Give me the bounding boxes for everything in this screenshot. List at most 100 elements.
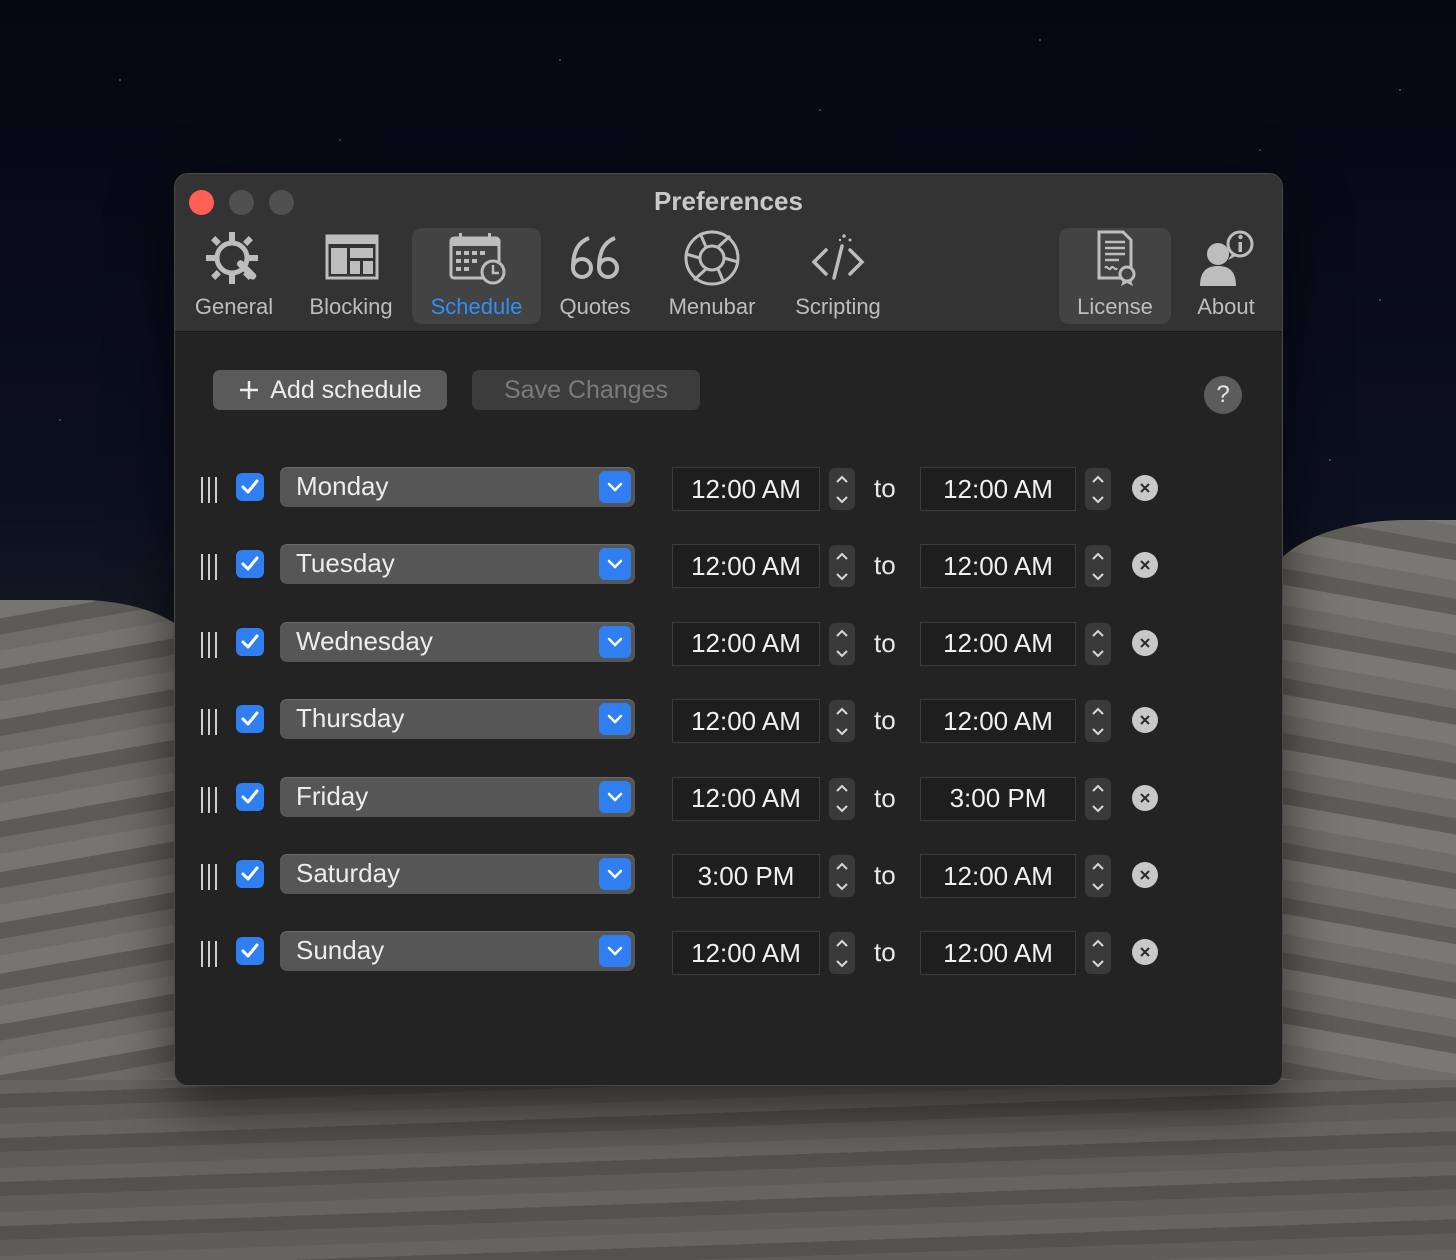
stepper-down-icon[interactable] — [1091, 882, 1105, 891]
stepper-up-icon[interactable] — [1091, 862, 1105, 870]
start-time-field[interactable]: 12:00 AM — [672, 544, 820, 589]
to-label: to — [874, 627, 896, 658]
stepper-up-icon[interactable] — [1091, 629, 1105, 638]
stepper-up-icon[interactable] — [835, 552, 849, 560]
drag-handle-icon[interactable] — [201, 786, 217, 813]
tab-about[interactable]: About — [1187, 228, 1265, 324]
tab-general[interactable]: General — [189, 228, 279, 324]
save-changes-button[interactable]: Save Changes — [472, 370, 700, 410]
drag-handle-icon[interactable] — [201, 477, 217, 503]
add-schedule-button[interactable]: Add schedule — [213, 370, 447, 410]
day-select[interactable]: Friday — [280, 776, 635, 817]
stepper-up-icon[interactable] — [1091, 475, 1105, 483]
remove-row-button[interactable] — [1132, 552, 1158, 579]
help-button[interactable]: ? — [1204, 376, 1242, 414]
end-time-stepper[interactable] — [1085, 700, 1111, 743]
stepper-up-icon[interactable] — [1091, 939, 1105, 947]
chevron-down-icon — [599, 703, 631, 736]
end-time-stepper[interactable] — [1085, 545, 1111, 588]
drag-handle-icon[interactable] — [201, 631, 217, 658]
enabled-checkbox[interactable] — [236, 937, 264, 966]
start-time-stepper[interactable] — [829, 932, 855, 975]
checkmark-icon — [241, 634, 259, 649]
start-time-field[interactable]: 12:00 AM — [672, 467, 820, 511]
enabled-checkbox[interactable] — [236, 705, 264, 734]
enabled-checkbox[interactable] — [236, 860, 264, 888]
day-select[interactable]: Saturday — [280, 854, 635, 894]
day-select[interactable]: Sunday — [280, 931, 635, 972]
enabled-checkbox[interactable] — [236, 627, 264, 656]
end-time-field[interactable]: 12:00 AM — [920, 699, 1076, 744]
start-time-field[interactable]: 3:00 PM — [672, 854, 820, 898]
start-time-field[interactable]: 12:00 AM — [672, 776, 820, 821]
end-time-field[interactable]: 12:00 AM — [920, 621, 1076, 666]
stepper-up-icon[interactable] — [1091, 552, 1105, 560]
stepper-down-icon[interactable] — [1091, 727, 1105, 736]
end-time-field[interactable]: 12:00 AM — [920, 467, 1076, 511]
drag-handle-icon[interactable] — [201, 864, 217, 890]
tab-blocking[interactable]: Blocking — [303, 228, 399, 324]
start-time-field[interactable]: 12:00 AM — [672, 931, 820, 976]
day-select-value: Thursday — [296, 703, 405, 734]
enabled-checkbox[interactable] — [236, 550, 264, 579]
remove-row-button[interactable] — [1132, 784, 1158, 811]
stepper-up-icon[interactable] — [835, 707, 849, 715]
remove-row-button[interactable] — [1132, 939, 1158, 966]
start-time-stepper[interactable] — [829, 545, 855, 588]
drag-handle-icon[interactable] — [201, 941, 217, 968]
start-time-field[interactable]: 12:00 AM — [672, 621, 820, 666]
stepper-down-icon[interactable] — [835, 882, 849, 891]
end-time-stepper[interactable] — [1085, 468, 1111, 510]
end-time-field[interactable]: 3:00 PM — [920, 776, 1076, 821]
start-time-field[interactable]: 12:00 AM — [672, 699, 820, 744]
enabled-checkbox[interactable] — [236, 473, 264, 501]
start-time-stepper[interactable] — [829, 777, 855, 820]
end-time-stepper[interactable] — [1085, 777, 1111, 820]
stepper-down-icon[interactable] — [835, 650, 849, 658]
end-time-field[interactable]: 12:00 AM — [920, 544, 1076, 589]
stepper-down-icon[interactable] — [1091, 495, 1105, 504]
stepper-down-icon[interactable] — [1091, 960, 1105, 968]
remove-row-button[interactable] — [1132, 862, 1158, 888]
to-label: to — [874, 550, 896, 581]
start-time-stepper[interactable] — [829, 700, 855, 743]
stepper-up-icon[interactable] — [835, 939, 849, 947]
tab-quotes[interactable]: Quotes — [553, 228, 637, 324]
stepper-up-icon[interactable] — [1091, 707, 1105, 715]
end-time-field[interactable]: 12:00 AM — [920, 931, 1076, 976]
stepper-down-icon[interactable] — [835, 960, 849, 968]
stepper-up-icon[interactable] — [835, 629, 849, 638]
stepper-down-icon[interactable] — [835, 805, 849, 813]
end-time-stepper[interactable] — [1085, 855, 1111, 897]
stepper-up-icon[interactable] — [1091, 784, 1105, 792]
stepper-down-icon[interactable] — [835, 573, 849, 581]
drag-handle-icon[interactable] — [201, 709, 217, 736]
start-time-stepper[interactable] — [829, 855, 855, 897]
enabled-checkbox[interactable] — [236, 782, 264, 811]
remove-row-button[interactable] — [1132, 707, 1158, 734]
day-select[interactable]: Tuesday — [280, 544, 635, 585]
stepper-up-icon[interactable] — [835, 862, 849, 870]
tab-schedule[interactable]: Schedule — [412, 228, 541, 324]
end-time-field[interactable]: 12:00 AM — [920, 854, 1076, 898]
start-time-stepper[interactable] — [829, 468, 855, 510]
stepper-down-icon[interactable] — [835, 727, 849, 736]
tab-license[interactable]: License — [1059, 228, 1171, 324]
stepper-up-icon[interactable] — [835, 475, 849, 483]
end-time-stepper[interactable] — [1085, 932, 1111, 975]
drag-handle-icon[interactable] — [201, 554, 217, 581]
remove-row-button[interactable] — [1132, 629, 1158, 656]
day-select[interactable]: Monday — [280, 467, 635, 507]
stepper-up-icon[interactable] — [835, 784, 849, 792]
stepper-down-icon[interactable] — [1091, 805, 1105, 813]
remove-row-button[interactable] — [1132, 475, 1158, 501]
tab-scripting[interactable]: Scripting — [785, 228, 891, 324]
start-time-stepper[interactable] — [829, 622, 855, 665]
tab-menubar[interactable]: Menubar — [662, 228, 762, 324]
day-select[interactable]: Thursday — [280, 699, 635, 740]
day-select[interactable]: Wednesday — [280, 621, 635, 662]
end-time-stepper[interactable] — [1085, 622, 1111, 665]
stepper-down-icon[interactable] — [835, 495, 849, 504]
stepper-down-icon[interactable] — [1091, 650, 1105, 658]
stepper-down-icon[interactable] — [1091, 573, 1105, 581]
